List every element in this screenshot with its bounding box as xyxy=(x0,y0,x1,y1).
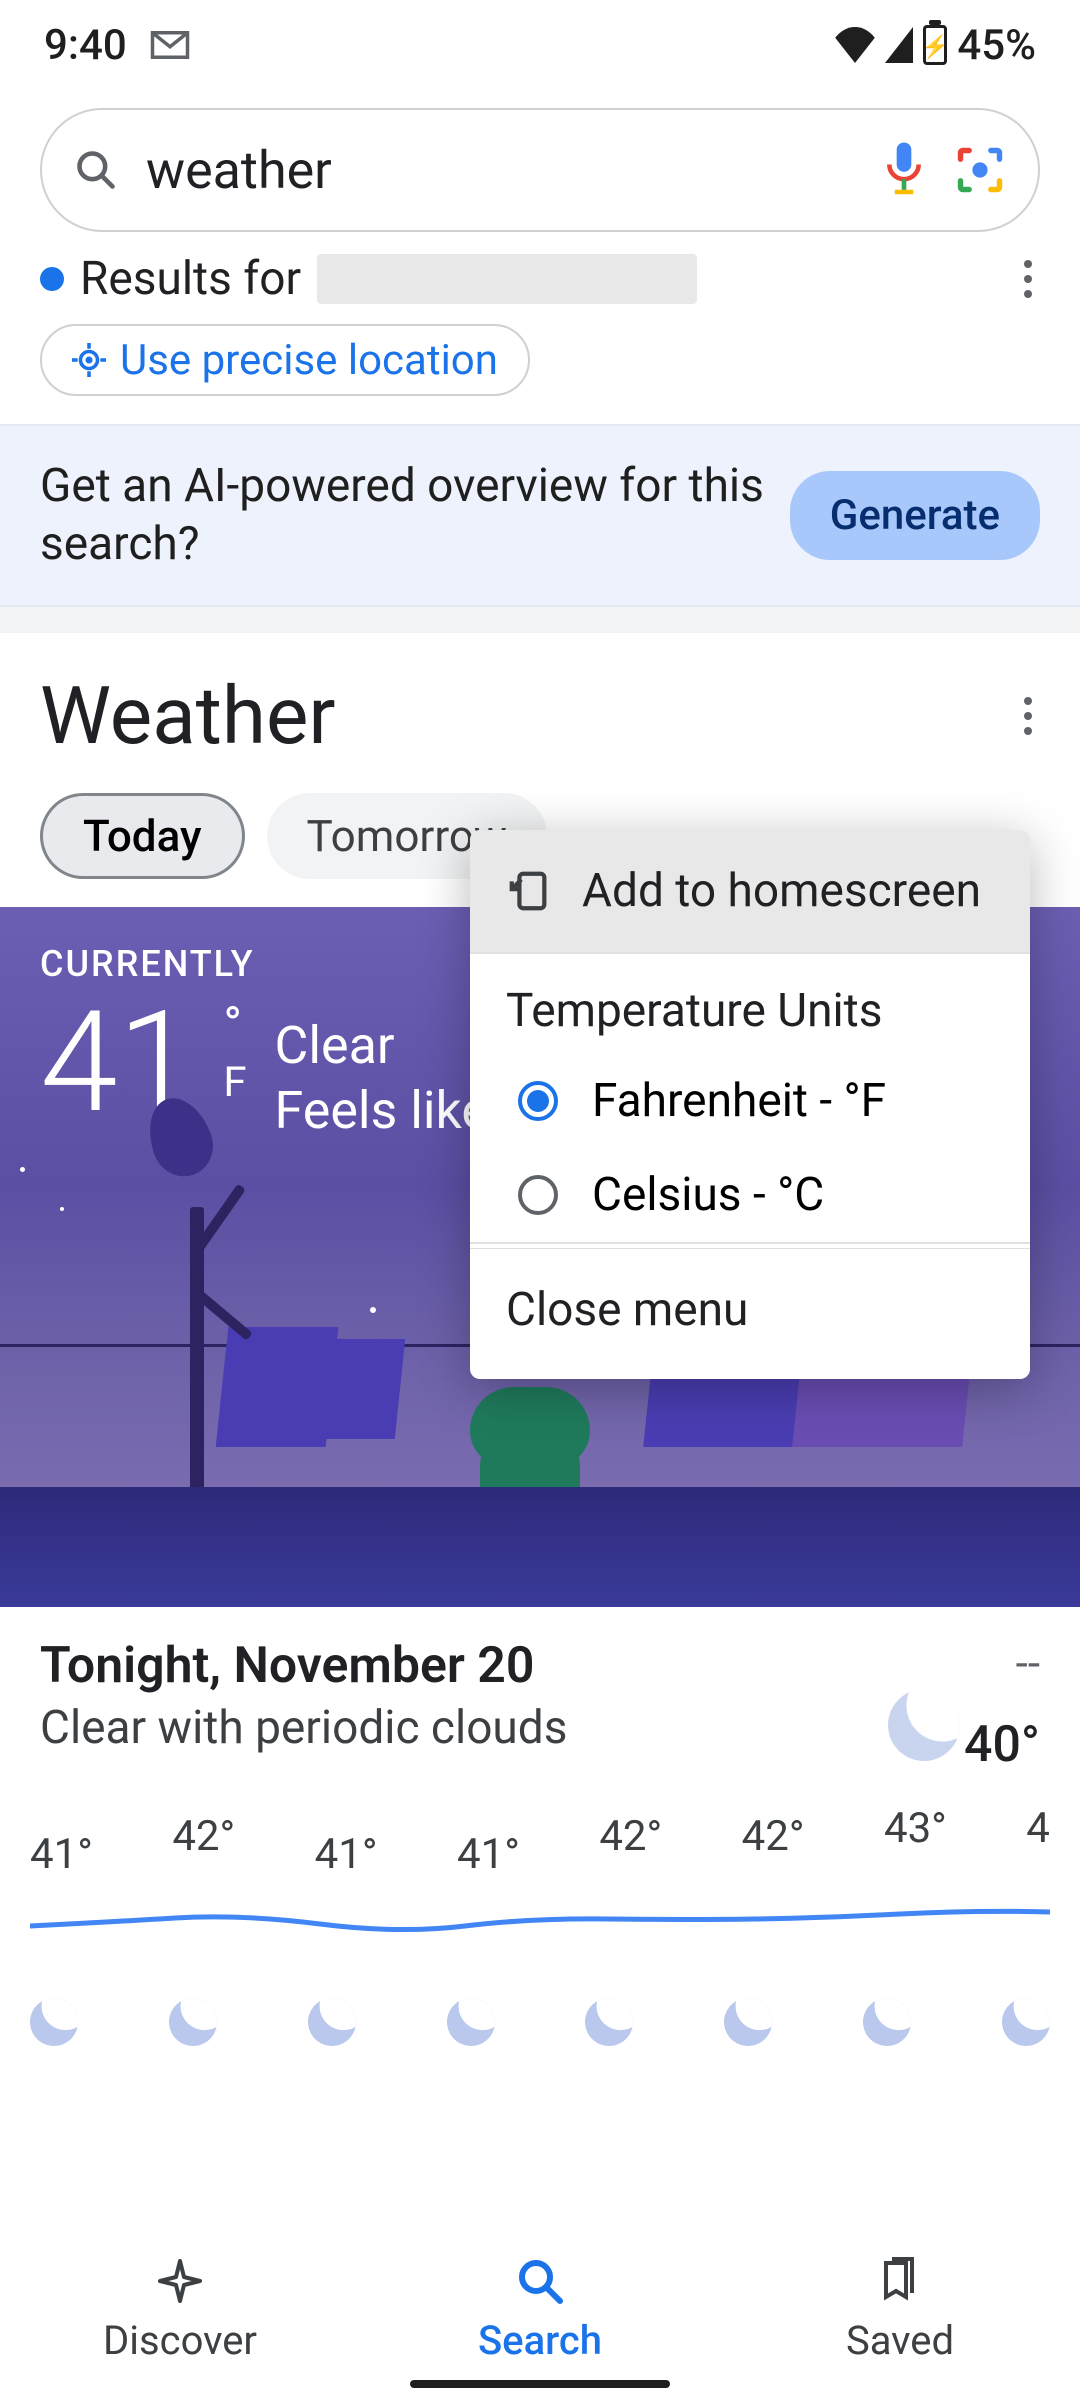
search-input[interactable]: weather xyxy=(146,140,854,201)
moon-small-icon xyxy=(577,1989,643,2055)
add-home-label: Add to homescreen xyxy=(582,864,981,918)
moon-small-icon xyxy=(21,1989,87,2055)
bookmark-icon xyxy=(876,2257,924,2305)
moon-small-icon xyxy=(854,1989,920,2055)
hour-temp: 43° xyxy=(884,1804,947,1879)
hour-temp: 42° xyxy=(172,1812,235,1879)
generate-button[interactable]: Generate xyxy=(790,471,1040,560)
nav-search[interactable]: Search xyxy=(360,2220,720,2400)
tonight-title: Tonight, November 20 xyxy=(40,1637,888,1695)
precise-location-label: Use precise location xyxy=(120,336,498,385)
temp-units-label: Temperature Units xyxy=(470,954,1030,1054)
add-home-icon xyxy=(506,868,552,914)
tonight-forecast[interactable]: Tonight, November 20 Clear with periodic… xyxy=(0,1607,1080,1784)
gesture-bar[interactable] xyxy=(410,2380,670,2388)
search-bar[interactable]: weather xyxy=(40,108,1040,232)
status-bar: 9:40 ⚡ 45% xyxy=(0,0,1080,90)
ai-overview-banner: Get an AI-powered overview for this sear… xyxy=(0,424,1080,607)
results-for-label: Results for xyxy=(80,252,301,306)
weather-title: Weather xyxy=(40,669,335,763)
moon-small-icon xyxy=(160,1989,226,2055)
search-icon xyxy=(74,148,118,192)
overflow-menu-icon[interactable] xyxy=(1016,252,1040,306)
radio-selected-icon xyxy=(518,1081,558,1121)
weather-overflow-icon[interactable] xyxy=(1016,689,1040,743)
use-precise-location-button[interactable]: Use precise location xyxy=(40,324,530,396)
battery-icon: ⚡ xyxy=(923,25,947,65)
battery-pct: 45% xyxy=(957,21,1036,70)
results-location-row: Results for xyxy=(0,242,1080,310)
hourly-sparkline xyxy=(30,1904,1050,1934)
target-icon xyxy=(72,343,106,377)
add-to-homescreen-item[interactable]: Add to homescreen xyxy=(470,830,1030,952)
ai-banner-text: Get an AI-powered overview for this sear… xyxy=(40,458,766,573)
moon-icon xyxy=(878,1679,970,1771)
tab-today[interactable]: Today xyxy=(40,793,245,879)
moon-small-icon xyxy=(438,1989,504,2055)
nav-saved[interactable]: Saved xyxy=(720,2220,1080,2400)
cell-signal-icon xyxy=(885,27,913,63)
tonight-high: -- xyxy=(888,1637,1040,1689)
search-nav-icon xyxy=(516,2257,564,2305)
lens-icon[interactable] xyxy=(954,144,1006,196)
hour-temp: 4 xyxy=(1026,1804,1050,1879)
redacted-location xyxy=(317,254,697,304)
location-dot-icon xyxy=(40,267,64,291)
moon-small-icon xyxy=(993,1989,1059,2055)
bottom-nav: Discover Search Saved xyxy=(0,2220,1080,2400)
sparkle-icon xyxy=(156,2257,204,2305)
unit-celsius[interactable]: Celsius - °C xyxy=(470,1148,1030,1242)
hour-temp: 42° xyxy=(742,1812,805,1879)
feels-like-text: Feels like xyxy=(275,1078,489,1143)
moon-small-icon xyxy=(299,1989,365,2055)
hour-temp: 42° xyxy=(599,1812,662,1879)
nav-discover[interactable]: Discover xyxy=(0,2220,360,2400)
weather-overflow-menu: Add to homescreen Temperature Units Fahr… xyxy=(470,830,1030,1379)
hour-temp: 41° xyxy=(457,1830,520,1879)
temp-unit: ° F xyxy=(223,1005,246,1106)
hourly-forecast[interactable]: 41° 42° 41° 41° 42° 42° 43° 4 xyxy=(0,1784,1080,2046)
radio-unselected-icon xyxy=(518,1175,558,1215)
gmail-icon xyxy=(149,29,191,61)
tonight-desc: Clear with periodic clouds xyxy=(40,1701,888,1755)
condition-text: Clear xyxy=(275,1013,489,1078)
laundry-icon xyxy=(295,1339,406,1439)
wifi-icon xyxy=(833,27,877,63)
mic-icon[interactable] xyxy=(882,142,926,198)
moon-small-icon xyxy=(715,1989,781,2055)
hour-temp: 41° xyxy=(30,1830,93,1879)
hour-temp: 41° xyxy=(315,1830,378,1879)
unit-fahrenheit[interactable]: Fahrenheit - °F xyxy=(470,1054,1030,1148)
status-time: 9:40 xyxy=(44,21,127,70)
tonight-low: 40° xyxy=(964,1716,1040,1774)
close-menu-item[interactable]: Close menu xyxy=(470,1249,1030,1379)
